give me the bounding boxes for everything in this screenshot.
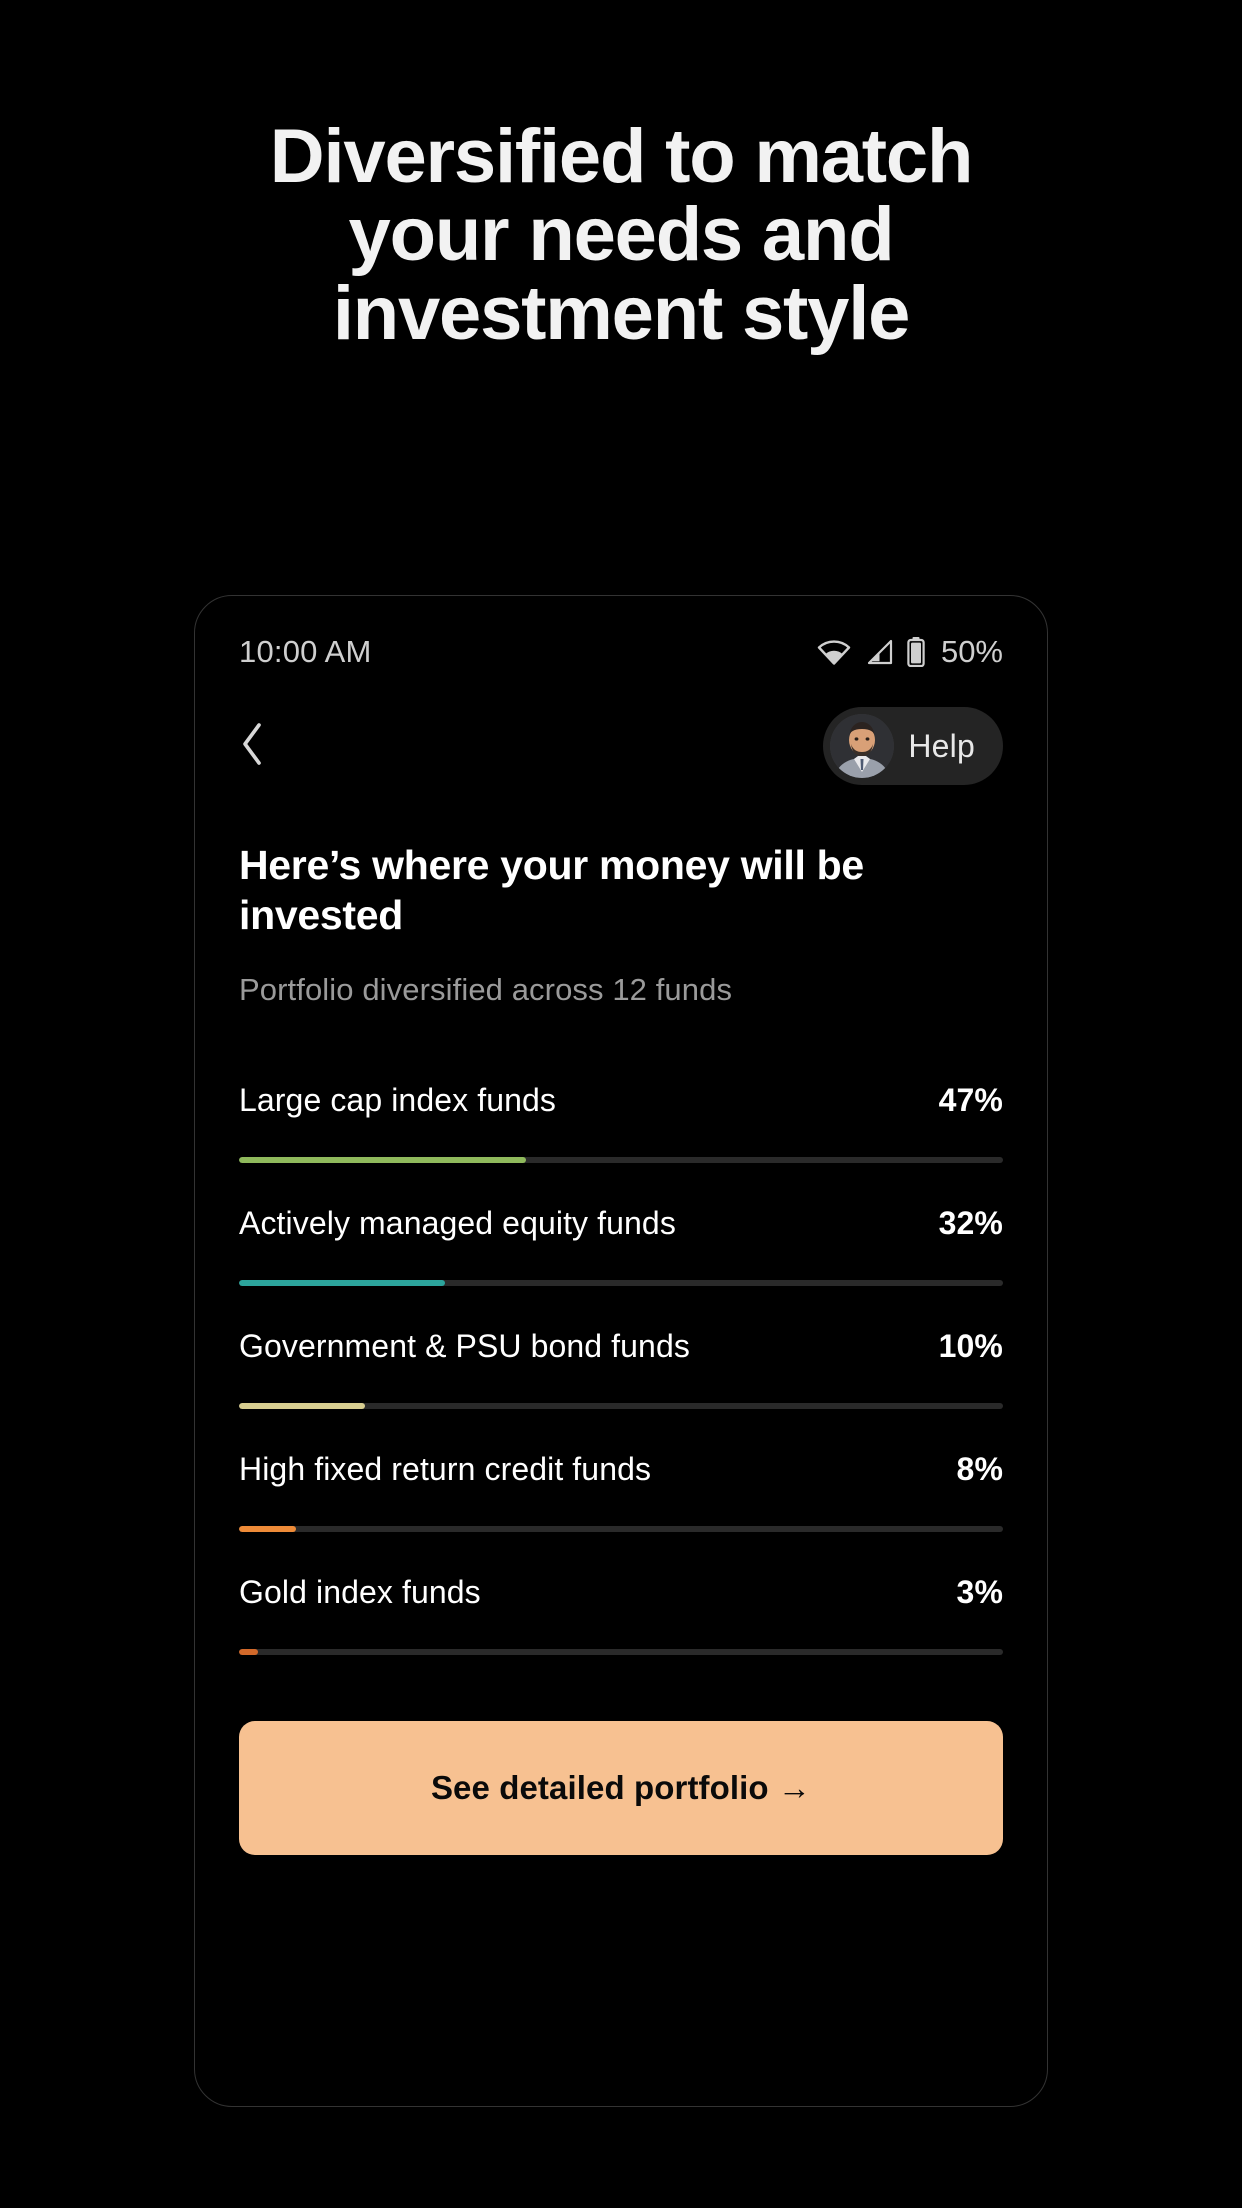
list-item[interactable]: Large cap index funds 47% <box>239 1082 1003 1164</box>
screen-subtitle: Portfolio diversified across 12 funds <box>239 972 733 1008</box>
fund-percent: 10% <box>938 1328 1003 1365</box>
page-title: Diversified to match your needs and inve… <box>141 114 1101 356</box>
list-item[interactable]: Actively managed equity funds 32% <box>239 1205 1003 1287</box>
fund-name: Actively managed equity funds <box>239 1205 676 1242</box>
battery-icon <box>907 637 925 667</box>
progress-track <box>239 1526 1003 1533</box>
progress-track <box>239 1280 1003 1287</box>
fund-name: Gold index funds <box>239 1574 481 1611</box>
avatar <box>830 714 895 778</box>
battery-percent: 50% <box>940 634 1003 669</box>
list-item[interactable]: Government & PSU bond funds 10% <box>239 1328 1003 1410</box>
allocation-row-header: Gold index funds 3% <box>239 1574 1003 1611</box>
fund-percent: 8% <box>956 1451 1003 1488</box>
back-button[interactable] <box>239 720 291 772</box>
progress-track <box>239 1157 1003 1164</box>
fund-percent: 3% <box>956 1574 1003 1611</box>
progress-track <box>239 1649 1003 1656</box>
page-title-line-3: investment style <box>332 270 911 356</box>
allocation-row-header: High fixed return credit funds 8% <box>239 1451 1003 1488</box>
phone-frame: 10:00 AM 50% Help Here’s where your mone… <box>194 595 1048 2107</box>
status-bar: 10:00 AM 50% <box>195 596 1047 680</box>
fund-percent: 47% <box>938 1082 1003 1119</box>
list-item[interactable]: High fixed return credit funds 8% <box>239 1451 1003 1533</box>
chevron-left-icon <box>239 722 265 771</box>
page-title-line-1: Diversified to match <box>269 114 974 199</box>
progress-track <box>239 1403 1003 1410</box>
allocation-row-header: Actively managed equity funds 32% <box>239 1205 1003 1242</box>
fund-percent: 32% <box>938 1205 1003 1242</box>
fund-name: Large cap index funds <box>239 1082 556 1119</box>
progress-fill <box>239 1280 446 1287</box>
see-detailed-portfolio-button[interactable]: See detailed portfolio → <box>239 1721 1003 1856</box>
status-bar-icons: 50% <box>817 634 1003 670</box>
allocation-list: Large cap index funds 47% Actively manag… <box>239 1082 1003 1656</box>
allocation-row-header: Government & PSU bond funds 10% <box>239 1328 1003 1365</box>
progress-fill <box>239 1649 259 1656</box>
fund-name: Government & PSU bond funds <box>239 1328 690 1365</box>
fund-name: High fixed return credit funds <box>239 1451 652 1488</box>
progress-fill <box>239 1157 526 1164</box>
list-item[interactable]: Gold index funds 3% <box>239 1574 1003 1656</box>
help-button[interactable]: Help <box>823 707 1003 785</box>
screen-title: Here’s where your money will be invested <box>239 842 864 939</box>
signal-icon <box>865 639 893 665</box>
page-title-line-2: your needs and <box>348 192 895 278</box>
screen-content: Here’s where your money will be invested… <box>195 784 1047 1856</box>
wifi-icon <box>817 639 851 665</box>
progress-fill <box>239 1403 366 1410</box>
allocation-row-header: Large cap index funds 47% <box>239 1082 1003 1119</box>
progress-fill <box>239 1526 297 1533</box>
app-header: Help <box>195 680 1047 785</box>
status-bar-time: 10:00 AM <box>239 634 372 669</box>
help-label: Help <box>908 727 975 764</box>
hero-section: Diversified to match your needs and inve… <box>0 0 1242 353</box>
phone-mockup: 10:00 AM 50% Help Here’s where your mone… <box>194 595 1048 2107</box>
